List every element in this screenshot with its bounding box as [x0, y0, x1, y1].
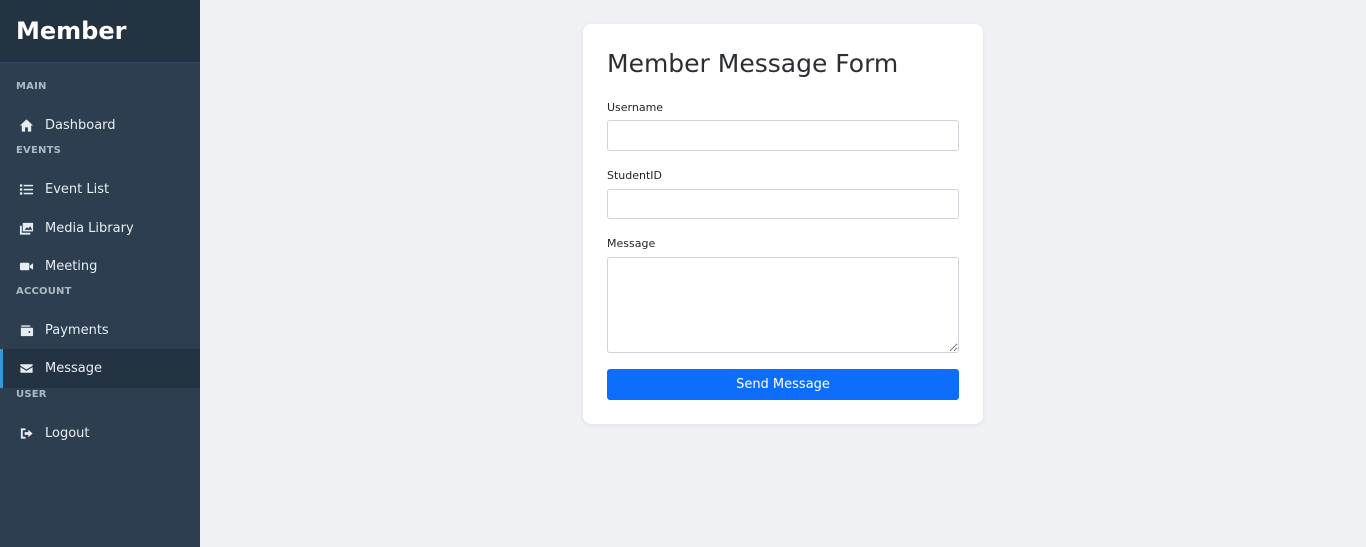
sign-out-icon — [18, 426, 34, 442]
sidebar-item-label: Event List — [45, 182, 110, 197]
student-id-field[interactable] — [607, 189, 959, 219]
message-label: Message — [607, 237, 656, 250]
home-icon — [18, 118, 34, 134]
sidebar-item-dashboard[interactable]: Dashboard — [0, 106, 200, 145]
message-form-card: Member Message Form Username StudentID M… — [583, 24, 983, 424]
sidebar-item-label: Payments — [45, 323, 109, 338]
sidebar-item-label: Logout — [45, 426, 90, 441]
send-message-button[interactable]: Send Message — [607, 369, 959, 400]
section-label-main: MAIN — [16, 81, 47, 92]
form-title: Member Message Form — [607, 49, 899, 78]
sidebar-item-meeting[interactable]: Meeting — [0, 247, 200, 286]
images-icon — [18, 221, 34, 237]
list-icon — [18, 182, 34, 198]
message-textarea[interactable] — [607, 257, 959, 353]
video-icon — [18, 259, 34, 275]
sidebar-item-label: Message — [45, 361, 102, 376]
username-label: Username — [607, 101, 664, 114]
sidebar-item-logout[interactable]: Logout — [0, 414, 200, 453]
wallet-icon — [18, 323, 34, 339]
sidebar-item-label: Meeting — [45, 259, 98, 274]
sidebar-item-media-library[interactable]: Media Library — [0, 209, 200, 248]
sidebar: Member MAIN Dashboard EVENTS Event List … — [0, 0, 200, 547]
sidebar-item-payments[interactable]: Payments — [0, 311, 200, 350]
section-label-user: USER — [16, 389, 47, 400]
sidebar-brand: Member — [0, 0, 200, 63]
sidebar-item-event-list[interactable]: Event List — [0, 170, 200, 209]
sidebar-item-label: Media Library — [45, 221, 134, 236]
sidebar-item-label: Dashboard — [45, 118, 116, 133]
section-label-events: EVENTS — [16, 145, 61, 156]
username-field[interactable] — [607, 120, 959, 151]
section-label-account: ACCOUNT — [16, 286, 72, 297]
envelope-icon — [18, 361, 34, 377]
sidebar-item-message[interactable]: Message — [0, 349, 200, 388]
student-id-label: StudentID — [607, 169, 663, 182]
